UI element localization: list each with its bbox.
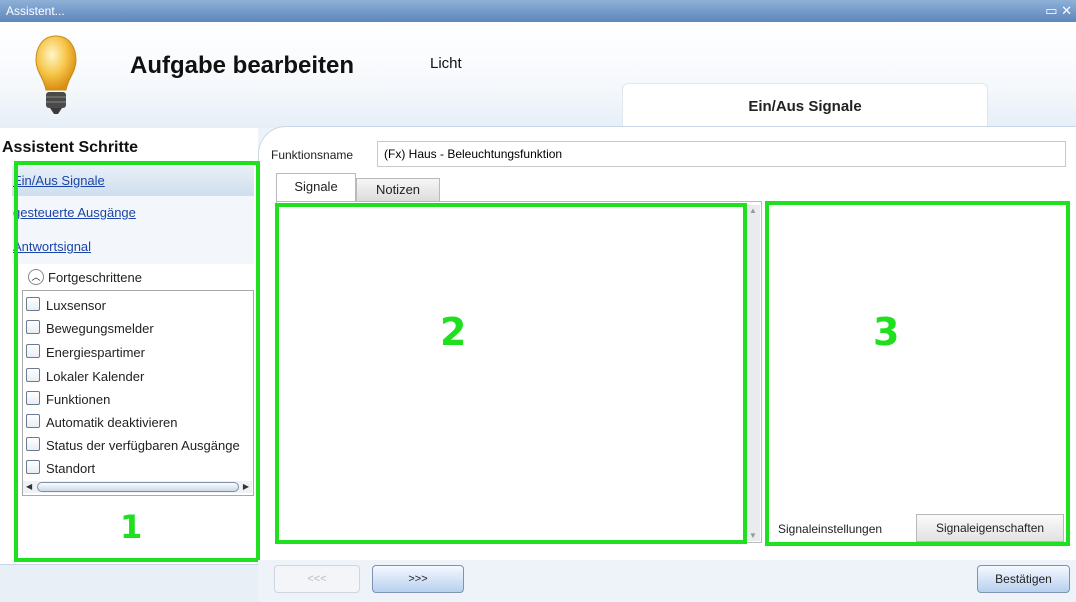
- page-subtitle: Licht: [430, 55, 462, 72]
- scroll-down-icon[interactable]: ▼: [749, 531, 757, 540]
- light-bulb-icon: [35, 35, 77, 114]
- tab-notizen[interactable]: Notizen: [356, 178, 440, 202]
- page-title: Aufgabe bearbeiten: [130, 52, 355, 79]
- sidebar-footer: [0, 564, 258, 602]
- back-button[interactable]: <<<: [274, 565, 360, 593]
- tab-signale[interactable]: Signale: [276, 173, 356, 202]
- annotation-box-1: [14, 161, 260, 562]
- sidebar-title: Assistent Schritte: [2, 139, 139, 156]
- next-button[interactable]: >>>: [372, 565, 464, 593]
- confirm-button[interactable]: Bestätigen: [977, 565, 1070, 593]
- active-step-tab-label: Ein/Aus Signale: [748, 98, 862, 115]
- annotation-box-3: [765, 201, 1070, 546]
- function-name-label: Funktionsname: [271, 148, 354, 162]
- window-title-bar: Assistent... ▭ ✕: [0, 0, 1076, 22]
- active-step-tab: Ein/Aus Signale: [622, 83, 988, 126]
- function-name-input[interactable]: [377, 141, 1066, 167]
- annotation-box-2: [275, 203, 747, 544]
- window-title: Assistent...: [6, 4, 65, 18]
- window-restore-icon[interactable]: ▭ ✕: [1045, 3, 1072, 19]
- scroll-up-icon[interactable]: ▲: [749, 206, 757, 215]
- vertical-scrollbar[interactable]: ▲ ▼: [746, 205, 760, 541]
